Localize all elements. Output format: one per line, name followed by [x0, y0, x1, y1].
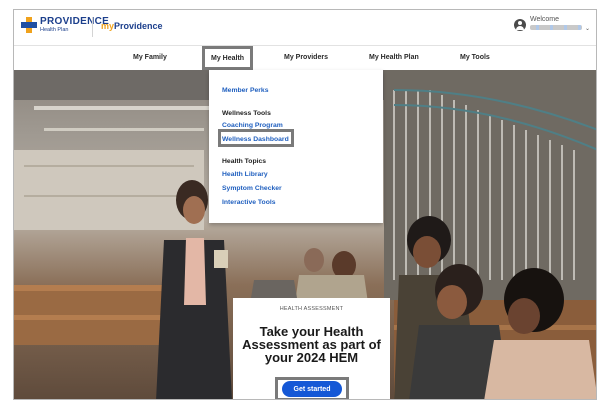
logo-divider [92, 17, 93, 37]
menu-interactive-tools[interactable]: Interactive Tools [222, 199, 276, 206]
nav-my-tools[interactable]: My Tools [460, 54, 490, 61]
user-avatar-icon [513, 19, 526, 31]
menu-member-perks[interactable]: Member Perks [222, 87, 268, 94]
redacted-user-name [529, 25, 582, 30]
main-nav: My Family My Health My Providers My Heal… [14, 46, 596, 70]
chevron-down-icon: ⌄ [584, 26, 590, 32]
menu-heading-health-topics: Health Topics [222, 158, 267, 165]
brand-prefix: my [101, 21, 115, 31]
menu-coaching-program[interactable]: Coaching Program [222, 122, 283, 129]
health-assessment-card: HEALTH ASSESSMENT Take your Health Asses… [233, 298, 390, 399]
nav-my-health-plan[interactable]: My Health Plan [369, 54, 419, 61]
my-health-dropdown: Member Perks Wellness Tools Coaching Pro… [209, 70, 383, 223]
logo-name: PROVIDENCE [40, 16, 110, 27]
my-providence-brand[interactable]: myProvidence [101, 21, 163, 31]
brand-name: Providence [114, 21, 163, 31]
nav-my-health[interactable]: My Health [202, 46, 254, 70]
menu-wellness-dashboard[interactable]: Wellness Dashboard [222, 136, 289, 143]
providence-logo[interactable]: PROVIDENCE Health Plan [21, 17, 109, 34]
nav-my-family[interactable]: My Family [133, 54, 167, 61]
get-started-button[interactable]: Get started [282, 381, 342, 397]
nav-my-providers[interactable]: My Providers [284, 54, 328, 61]
providence-cross-icon [21, 17, 37, 33]
top-header: PROVIDENCE Health Plan myProvidence Welc… [14, 10, 596, 46]
logo-subtitle: Health Plan [40, 27, 69, 33]
welcome-label: Welcome [529, 16, 560, 23]
menu-symptom-checker[interactable]: Symptom Checker [222, 185, 282, 192]
user-menu[interactable]: Welcome ⌄ [513, 16, 590, 32]
menu-health-library[interactable]: Health Library [222, 171, 268, 178]
menu-heading-wellness-tools: Wellness Tools [222, 110, 271, 117]
card-title: Take your Health Assessment as part of y… [242, 324, 381, 365]
app-window: PROVIDENCE Health Plan myProvidence Welc… [13, 9, 597, 400]
card-eyebrow: HEALTH ASSESSMENT [279, 306, 344, 312]
